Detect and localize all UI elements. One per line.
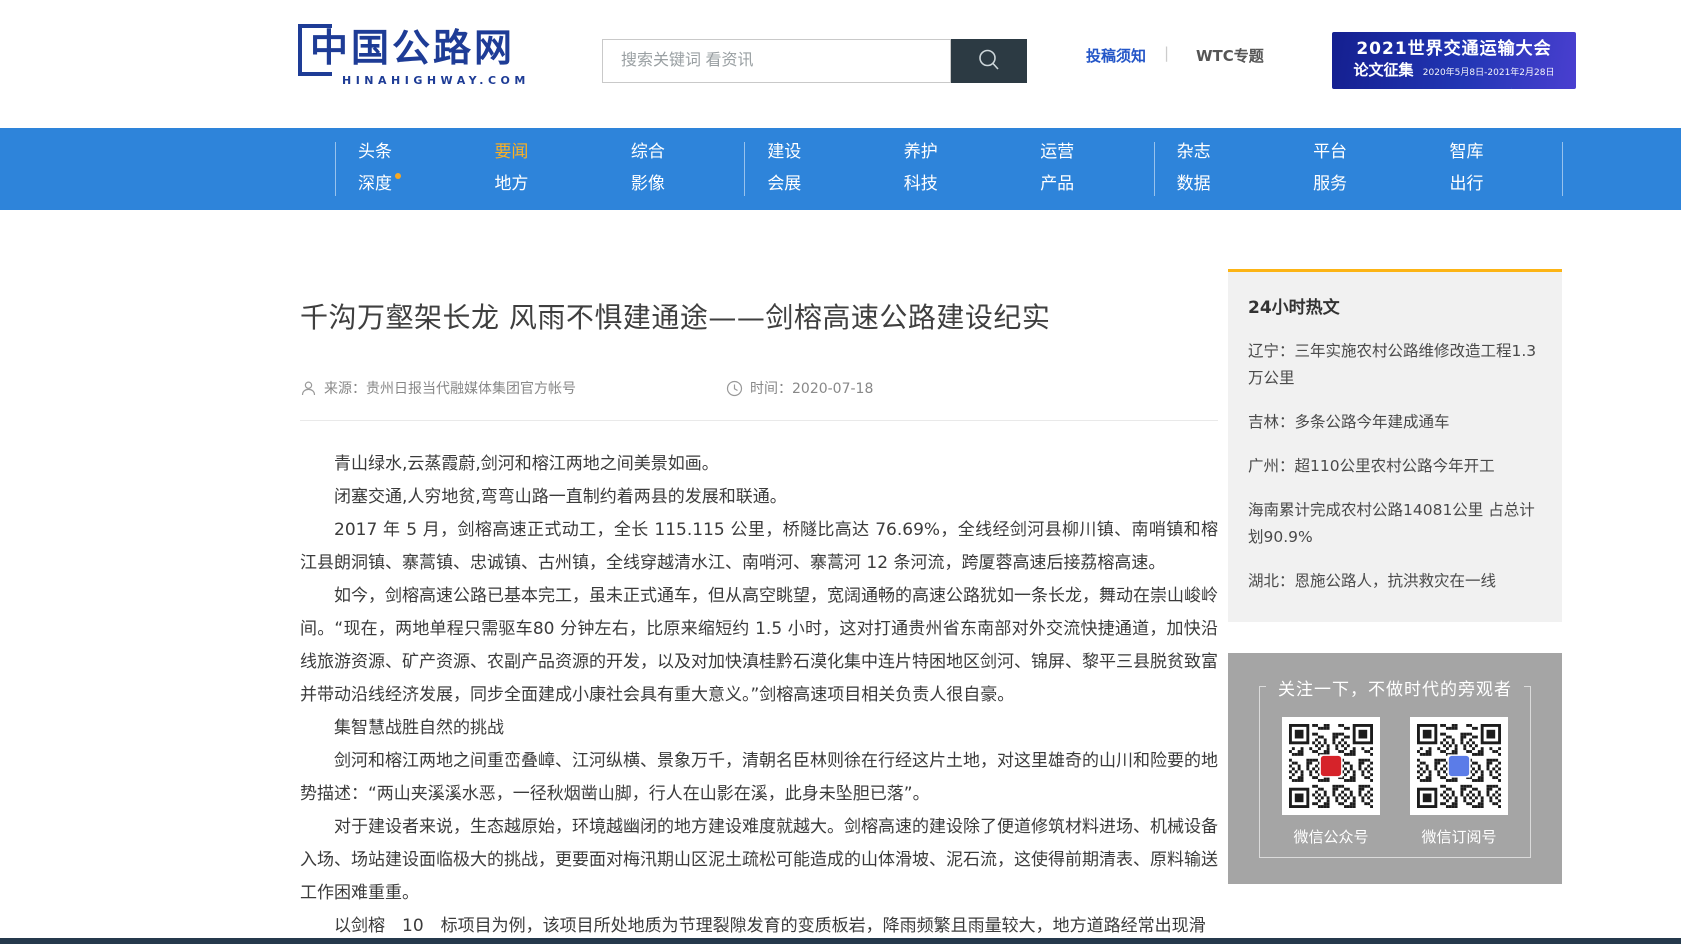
wechat-follow-box: 关注一下，不做时代的旁观者 微信公众号 微信订阅号	[1228, 653, 1562, 884]
nav-column-5: 运营产品	[1017, 128, 1153, 210]
nav-item-0-top[interactable]: 头条	[358, 138, 392, 167]
article-paragraph-3: 如今，剑榕高速公路已基本完工，虽未正式通车，但从高空眺望，宽阔通畅的高速公路犹如…	[300, 580, 1218, 712]
wechat-follow-title-text: 关注一下，不做时代的旁观者	[1266, 680, 1524, 700]
article-paragraph-5: 剑河和榕江两地之间重峦叠嶂、江河纵横、景象万千，清朝名臣林则徐在行经这片土地，对…	[300, 745, 1218, 811]
article-time: 时间：2020-07-18	[726, 378, 873, 398]
nav-new-dot-icon	[395, 173, 401, 179]
article-body: 青山绿水,云蒸霞蔚,剑河和榕江两地之间美景如画。闭塞交通,人穷地贫,弯弯山路一直…	[300, 448, 1218, 943]
article-paragraph-4: 集智慧战胜自然的挑战	[300, 712, 1218, 745]
article-paragraph-1: 闭塞交通,人穷地贫,弯弯山路一直制约着两县的发展和联通。	[300, 481, 1218, 514]
article: 千沟万壑架长龙 风雨不惧建通途——剑榕高速公路建设纪实 来源：贵州日报当代融媒体…	[300, 300, 1218, 943]
nav-item-4-top[interactable]: 养护	[904, 138, 938, 167]
hot-article-link-2[interactable]: 广州：超110公里农村公路今年开工	[1248, 453, 1542, 480]
nav-item-5-top[interactable]: 运营	[1040, 138, 1074, 167]
header-link-divider: |	[1164, 44, 1169, 62]
article-paragraph-6: 对于建设者来说，生态越原始，环境越幽闭的地方建设难度就越大。剑榕高速的建设除了便…	[300, 811, 1218, 910]
logo-title: 中国公路网	[310, 26, 515, 70]
nav-item-8-bottom[interactable]: 出行	[1450, 170, 1484, 199]
nav-item-6-bottom[interactable]: 数据	[1177, 170, 1211, 199]
nav-item-3-bottom[interactable]: 会展	[767, 170, 801, 199]
nav-item-8-top[interactable]: 智库	[1450, 138, 1484, 167]
nav-column-4: 养护科技	[881, 128, 1017, 210]
nav-column-2: 综合影像	[608, 128, 744, 210]
article-paragraph-0: 青山绿水,云蒸霞蔚,剑河和榕江两地之间美景如画。	[300, 448, 1218, 481]
nav-group-divider	[1154, 142, 1155, 196]
qr-code-subscription-account[interactable]	[1410, 717, 1508, 815]
nav-item-1-top[interactable]: 要闻	[494, 138, 528, 167]
nav-column-0: 头条深度	[335, 128, 471, 210]
wechat-follow-title: 关注一下，不做时代的旁观者	[1228, 675, 1562, 700]
article-paragraph-2: 2017 年 5 月，剑榕高速正式动工，全长 115.115 公里，桥隧比高达 …	[300, 514, 1218, 580]
nav-column-3: 建设会展	[744, 128, 880, 210]
wtc-conference-banner[interactable]: 2021世界交通运输大会 论文征集 2020年5月8日-2021年2月28日	[1332, 32, 1576, 89]
hot-articles-box: 24小时热文 辽宁：三年实施农村公路维修改造工程1.3万公里吉林：多条公路今年建…	[1228, 269, 1562, 622]
nav-item-5-bottom[interactable]: 产品	[1040, 170, 1074, 199]
search-button[interactable]	[951, 39, 1027, 83]
search-bar	[602, 39, 1027, 83]
person-icon	[300, 380, 317, 397]
hot-articles-list: 辽宁：三年实施农村公路维修改造工程1.3万公里吉林：多条公路今年建成通车广州：超…	[1248, 338, 1542, 595]
search-input[interactable]	[602, 39, 951, 83]
footer-bar	[0, 938, 1681, 944]
link-wtc-topic[interactable]: WTC专题	[1196, 45, 1264, 66]
logo-bracket-icon	[298, 24, 332, 76]
hot-article-link-4[interactable]: 湖北：恩施公路人，抗洪救灾在一线	[1248, 568, 1542, 595]
qr-item-1: 微信订阅号	[1410, 717, 1508, 847]
nav-item-6-top[interactable]: 杂志	[1177, 138, 1211, 167]
nav-item-4-bottom[interactable]: 科技	[904, 170, 938, 199]
hot-articles-title: 24小时热文	[1248, 293, 1542, 318]
qr-item-0: 微信公众号	[1282, 717, 1380, 847]
article-meta: 来源：贵州日报当代融媒体集团官方帐号 时间：2020-07-18	[300, 378, 1218, 398]
qr-code-row: 微信公众号 微信订阅号	[1228, 717, 1562, 847]
article-time-text: 时间：2020-07-18	[750, 378, 873, 398]
hot-article-link-1[interactable]: 吉林：多条公路今年建成通车	[1248, 409, 1542, 436]
qr-code-official-account[interactable]	[1282, 717, 1380, 815]
nav-item-3-top[interactable]: 建设	[767, 138, 801, 167]
nav-column-8: 智库出行	[1427, 128, 1563, 210]
nav-column-6: 杂志数据	[1154, 128, 1290, 210]
search-icon	[975, 62, 1003, 77]
site-logo[interactable]: 中国公路网 HINAHIGHWAY.COM	[300, 24, 530, 87]
article-title: 千沟万壑架长龙 风雨不惧建通途——剑榕高速公路建设纪实	[300, 300, 1218, 336]
nav-item-7-top[interactable]: 平台	[1313, 138, 1347, 167]
hot-article-link-0[interactable]: 辽宁：三年实施农村公路维修改造工程1.3万公里	[1248, 338, 1542, 392]
main-nav-inner: 头条深度要闻地方综合影像建设会展养护科技运营产品杂志数据平台服务智库出行	[335, 128, 1563, 210]
page: 中国公路网 HINAHIGHWAY.COM 投稿须知 | WTC专题 2021世…	[0, 0, 1681, 944]
logo-wordmark: 中国公路网	[300, 24, 530, 72]
meta-divider	[300, 420, 1218, 421]
logo-subtitle: HINAHIGHWAY.COM	[300, 74, 530, 87]
nav-group-divider	[1562, 142, 1563, 196]
nav-group-divider	[744, 142, 745, 196]
nav-column-1: 要闻地方	[471, 128, 607, 210]
nav-item-2-top[interactable]: 综合	[631, 138, 665, 167]
link-submission-notice[interactable]: 投稿须知	[1086, 45, 1146, 66]
article-source: 来源：贵州日报当代融媒体集团官方帐号	[300, 378, 576, 398]
nav-item-1-bottom[interactable]: 地方	[494, 170, 528, 199]
qr-label-1: 微信订阅号	[1410, 826, 1508, 847]
nav-column-7: 平台服务	[1290, 128, 1426, 210]
site-header: 中国公路网 HINAHIGHWAY.COM 投稿须知 | WTC专题 2021世…	[0, 0, 1681, 128]
nav-item-2-bottom[interactable]: 影像	[631, 170, 665, 199]
nav-group-divider	[335, 142, 336, 196]
banner-title: 2021世界交通运输大会	[1332, 39, 1576, 60]
main-nav: 头条深度要闻地方综合影像建设会展养护科技运营产品杂志数据平台服务智库出行	[0, 128, 1681, 210]
nav-item-0-bottom[interactable]: 深度	[358, 170, 401, 199]
hot-article-link-3[interactable]: 海南累计完成农村公路14081公里 占总计划90.9%	[1248, 497, 1542, 551]
article-source-text: 来源：贵州日报当代融媒体集团官方帐号	[324, 378, 576, 398]
nav-item-7-bottom[interactable]: 服务	[1313, 170, 1347, 199]
clock-icon	[726, 380, 743, 397]
qr-label-0: 微信公众号	[1282, 826, 1380, 847]
